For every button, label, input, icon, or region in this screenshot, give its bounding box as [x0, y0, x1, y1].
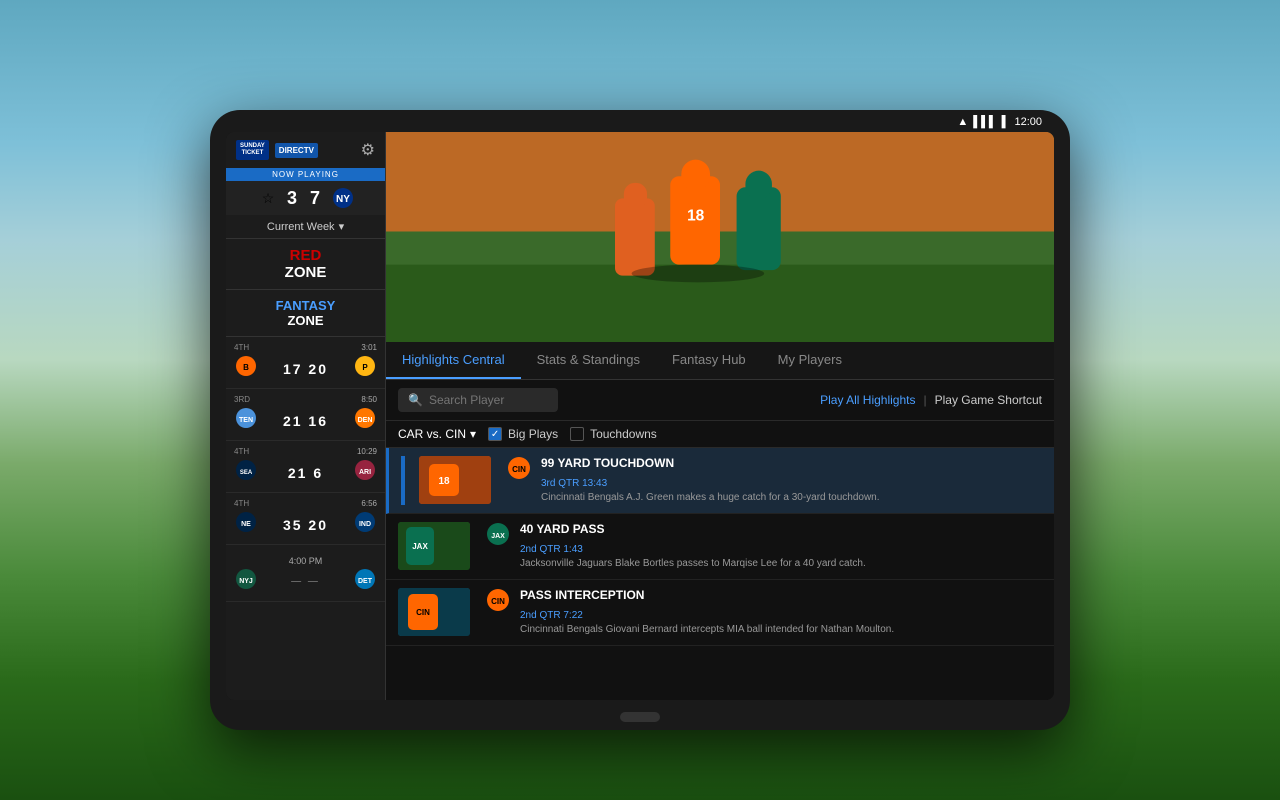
battery-icon: ▌: [1002, 116, 1010, 128]
team-logo: NYJ: [234, 568, 258, 595]
svg-text:ARI: ARI: [359, 469, 371, 476]
sidebar-header: SUNDAYTICKET DIRECTV ⚙: [226, 132, 385, 168]
game-item[interactable]: 4TH 3:01 B 17 20 P: [226, 337, 385, 389]
svg-text:P: P: [362, 363, 368, 372]
game-selector[interactable]: CAR vs. CIN ▾: [398, 427, 476, 441]
video-player[interactable]: 18 ■: [386, 132, 1054, 342]
highlight-info: 40 YARD PASS 2nd QTR 1:43 Jacksonville J…: [520, 522, 1042, 571]
highlight-item[interactable]: CIN CIN PASS INTERCEPTION 2nd QTR 7:22 C…: [386, 580, 1054, 646]
content-area: 🔍 Play All Highlights | Play Game Shortc…: [386, 380, 1054, 700]
thumbnail-image: JAX: [398, 522, 470, 570]
search-icon: 🔍: [408, 393, 423, 407]
away-team-icon: NY: [332, 187, 354, 209]
svg-text:JAX: JAX: [491, 533, 505, 540]
svg-text:18: 18: [438, 476, 450, 487]
main-area: 18 ■: [386, 132, 1054, 700]
svg-text:CIN: CIN: [416, 608, 430, 617]
score-display: 3 7: [287, 188, 324, 209]
highlight-info: PASS INTERCEPTION 2nd QTR 7:22 Cincinnat…: [520, 588, 1042, 637]
logos: SUNDAYTICKET DIRECTV: [236, 140, 318, 159]
big-plays-checkbox[interactable]: ✓: [488, 427, 502, 441]
sidebar: SUNDAYTICKET DIRECTV ⚙ NOW PLAYING ☆ 3 7…: [226, 132, 386, 700]
wifi-icon: ▲: [957, 116, 968, 128]
team-logo: SEA: [234, 459, 258, 486]
highlights-list: 18 CIN 99 YARD TOUCHDOWN 3rd QTR 13:43 C…: [386, 448, 1054, 700]
team-logo: DEN: [353, 407, 377, 434]
highlight-thumbnail: JAX: [398, 522, 470, 570]
featured-game-score[interactable]: ☆ 3 7 NY: [226, 181, 385, 215]
tab-my-players[interactable]: My Players: [762, 342, 858, 379]
game-item[interactable]: 4TH 6:56 NE 35 20 IND: [226, 493, 385, 545]
svg-text:NYJ: NYJ: [239, 578, 253, 585]
game-item[interactable]: 3RD 8:50 TEN 21 16 DEN: [226, 389, 385, 441]
fantasy-zone-button[interactable]: FANTASY ZONE: [226, 290, 385, 337]
thumbnail-image: 18: [419, 456, 491, 504]
clock: 12:00: [1014, 116, 1042, 128]
svg-text:CIN: CIN: [512, 465, 526, 474]
touchdowns-filter[interactable]: Touchdowns: [570, 427, 657, 441]
tabs-row: Highlights Central Stats & Standings Fan…: [386, 342, 1054, 380]
svg-text:DET: DET: [358, 578, 373, 585]
touchdowns-checkbox[interactable]: [570, 427, 584, 441]
svg-text:B: B: [243, 363, 249, 372]
highlight-info: 99 YARD TOUCHDOWN 3rd QTR 13:43 Cincinna…: [541, 456, 1042, 505]
home-team-icon: ☆: [257, 187, 279, 209]
svg-text:JAX: JAX: [412, 542, 428, 551]
team-logo: TEN: [234, 407, 258, 434]
team-logo: NE: [234, 511, 258, 538]
highlight-thumbnail: 18: [419, 456, 491, 504]
red-zone-button[interactable]: RED ZONE: [226, 239, 385, 290]
big-plays-filter[interactable]: ✓ Big Plays: [488, 427, 558, 441]
active-indicator: [401, 456, 405, 505]
team-logo: B: [234, 355, 258, 382]
highlight-item[interactable]: 18 CIN 99 YARD TOUCHDOWN 3rd QTR 13:43 C…: [386, 448, 1054, 514]
game-item[interactable]: 4:00 PM NYJ — — DET: [226, 545, 385, 602]
highlight-thumbnail: CIN: [398, 588, 470, 636]
home-button[interactable]: [620, 712, 660, 722]
video-scene: 18: [386, 132, 1054, 342]
team-logo: P: [353, 355, 377, 382]
current-week-selector[interactable]: Current Week ▾: [226, 215, 385, 239]
play-game-shortcut-link[interactable]: Play Game Shortcut: [935, 393, 1042, 407]
svg-text:18: 18: [687, 207, 705, 224]
team-logo: IND: [353, 511, 377, 538]
sunday-ticket-logo: SUNDAYTICKET: [236, 140, 269, 159]
game-list: 4TH 3:01 B 17 20 P: [226, 337, 385, 700]
team-logo: ARI: [353, 459, 377, 486]
tablet-screen: SUNDAYTICKET DIRECTV ⚙ NOW PLAYING ☆ 3 7…: [226, 132, 1054, 700]
directv-logo: DIRECTV: [275, 143, 318, 158]
thumbnail-image: CIN: [398, 588, 470, 636]
tab-fantasy-hub[interactable]: Fantasy Hub: [656, 342, 762, 379]
chevron-down-icon: ▾: [339, 220, 345, 233]
svg-text:NY: NY: [336, 194, 350, 205]
svg-text:NE: NE: [241, 521, 251, 528]
search-wrap: 🔍: [398, 388, 558, 412]
highlight-item[interactable]: JAX JAX 40 YARD PASS 2nd QTR 1:43 Jackso…: [386, 514, 1054, 580]
signal-icon: ▌▌▌: [973, 116, 996, 128]
video-frame: 18: [386, 132, 1054, 342]
team-logo-jax: JAX: [486, 522, 510, 551]
svg-text:IND: IND: [359, 521, 371, 528]
tab-highlights-central[interactable]: Highlights Central: [386, 342, 521, 379]
svg-text:CIN: CIN: [491, 597, 505, 606]
svg-text:SEA: SEA: [240, 470, 253, 476]
status-bar: ▲ ▌▌▌ ▌ 12:00: [957, 116, 1042, 128]
svg-text:DEN: DEN: [358, 417, 373, 424]
content-toolbar: 🔍 Play All Highlights | Play Game Shortc…: [386, 380, 1054, 421]
tab-stats-standings[interactable]: Stats & Standings: [521, 342, 656, 379]
now-playing-bar: NOW PLAYING: [226, 168, 385, 181]
svg-text:TEN: TEN: [239, 417, 253, 424]
team-logo-cin2: CIN: [486, 588, 510, 617]
settings-button[interactable]: ⚙: [361, 140, 375, 160]
filter-row: CAR vs. CIN ▾ ✓ Big Plays Touchdowns: [386, 421, 1054, 448]
team-logo-cin: CIN: [507, 456, 531, 485]
search-input[interactable]: [429, 393, 548, 407]
team-logo: DET: [353, 568, 377, 595]
play-all-highlights-link[interactable]: Play All Highlights: [820, 393, 915, 407]
chevron-down-icon: ▾: [470, 427, 476, 441]
highlights-links: Play All Highlights | Play Game Shortcut: [820, 393, 1042, 407]
game-item[interactable]: 4TH 10:29 SEA 21 6 ARI: [226, 441, 385, 493]
tablet: ▲ ▌▌▌ ▌ 12:00 SUNDAYTICKET DIRECTV ⚙ NOW…: [210, 110, 1070, 730]
